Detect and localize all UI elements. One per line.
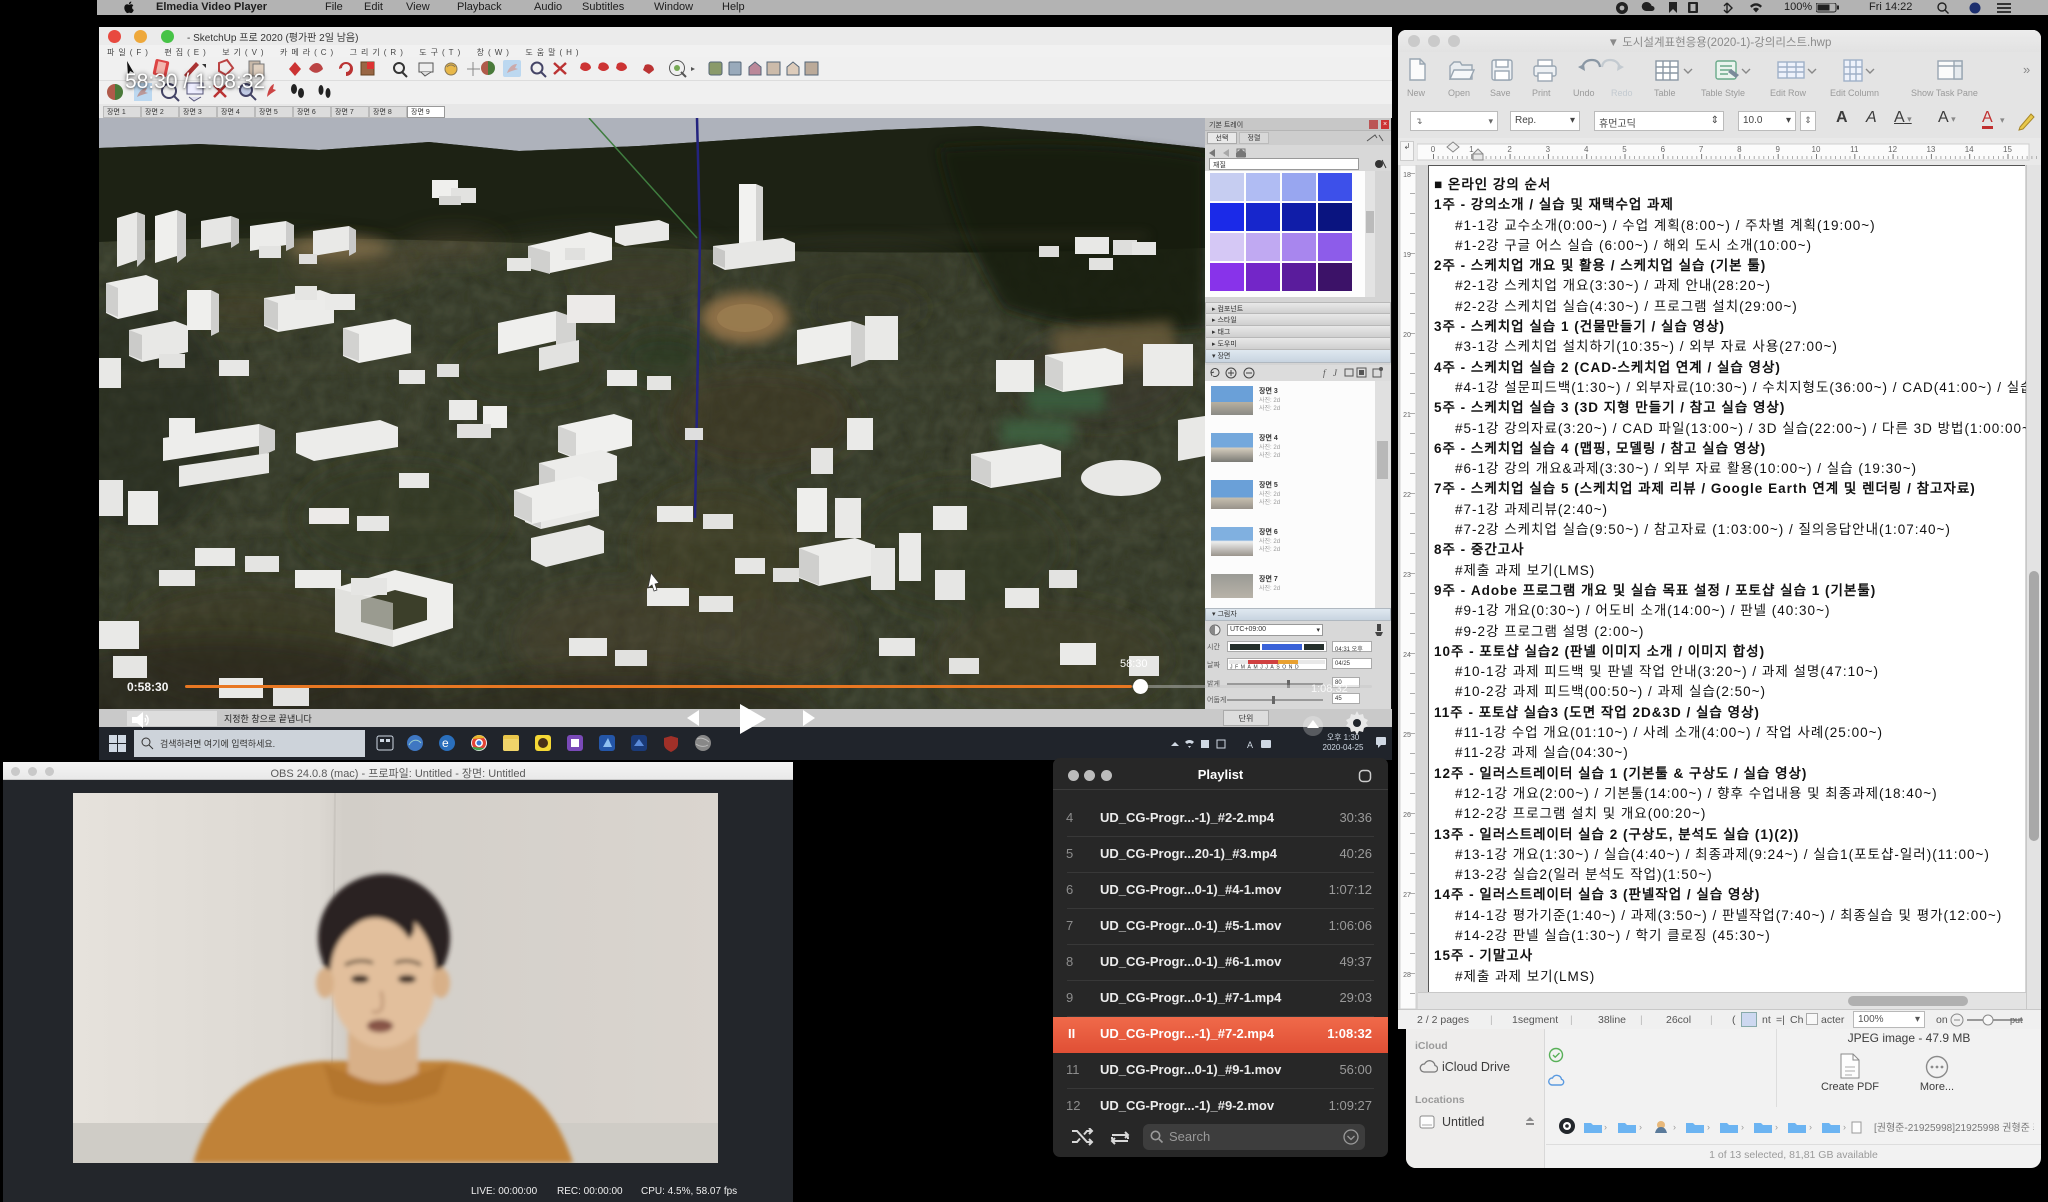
svg-text:9: 9 <box>1775 145 1780 154</box>
svg-text:18: 18 <box>1403 172 1411 179</box>
svg-text:21: 21 <box>1403 412 1411 419</box>
svg-text:›: › <box>1809 1122 1812 1132</box>
svg-text:›: › <box>1843 1122 1846 1132</box>
svg-text:28: 28 <box>1403 972 1411 979</box>
svg-text:3: 3 <box>1546 145 1551 154</box>
svg-text:1: 1 <box>1469 145 1474 154</box>
svg-text:12: 12 <box>1888 145 1897 154</box>
svg-text:›: › <box>1741 1122 1744 1132</box>
svg-text:11: 11 <box>1850 145 1859 154</box>
svg-text:13: 13 <box>1926 145 1935 154</box>
svg-text:›: › <box>1604 1122 1607 1132</box>
svg-text:8: 8 <box>1737 145 1742 154</box>
svg-text:put: put <box>2010 1015 2023 1025</box>
svg-text:›: › <box>1775 1122 1778 1132</box>
svg-text:0: 0 <box>1431 145 1436 154</box>
svg-text:›: › <box>1707 1122 1710 1132</box>
svg-text:27: 27 <box>1403 892 1411 899</box>
svg-text:10: 10 <box>1812 145 1821 154</box>
svg-text:24: 24 <box>1403 652 1411 659</box>
svg-text:23: 23 <box>1403 572 1411 579</box>
svg-text:14: 14 <box>1965 145 1974 154</box>
svg-text:20: 20 <box>1403 332 1411 339</box>
svg-text:22: 22 <box>1403 492 1411 499</box>
svg-text:25: 25 <box>1403 732 1411 739</box>
svg-text:6: 6 <box>1661 145 1666 154</box>
svg-text:19: 19 <box>1403 252 1411 259</box>
svg-text:›: › <box>1639 1122 1642 1132</box>
svg-text:4: 4 <box>1584 145 1589 154</box>
svg-text:2: 2 <box>1507 145 1512 154</box>
svg-text:f: f <box>1323 368 1327 378</box>
svg-text:A: A <box>1247 740 1253 750</box>
svg-text:e: e <box>442 736 449 750</box>
svg-text:»: » <box>2023 62 2030 77</box>
svg-text:JFMAMJJASOND: JFMAMJJASOND <box>1230 665 1301 670</box>
svg-text:7: 7 <box>1699 145 1704 154</box>
svg-text:›: › <box>1673 1122 1676 1132</box>
svg-text:J: J <box>1333 368 1338 378</box>
svg-text:26: 26 <box>1403 812 1411 819</box>
svg-text:15: 15 <box>2003 145 2012 154</box>
svg-text:5: 5 <box>1622 145 1627 154</box>
